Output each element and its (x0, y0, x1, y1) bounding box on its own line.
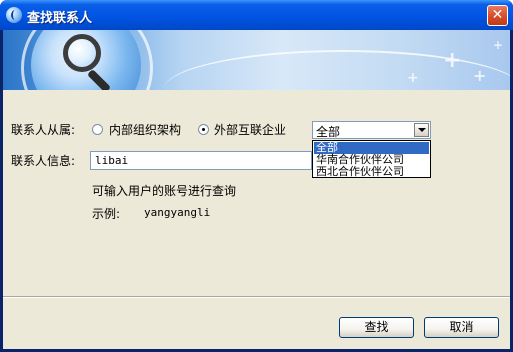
example-value: yangyangli (144, 206, 211, 219)
header-banner: + + + + (3, 30, 510, 90)
plus-decoration: + (493, 38, 504, 52)
title-bar[interactable]: 查找联系人 ✕ (0, 0, 513, 30)
radio-internal-label[interactable]: 内部组织架构 (109, 121, 181, 138)
dialog-body: + + + + 联系人从属: 内部组织架构 外部互联企业 全部 全部 华南合作伙… (3, 30, 510, 349)
hint-text: 可输入用户的账号进行查询 (92, 184, 237, 198)
window-title: 查找联系人 (27, 11, 93, 26)
search-button[interactable]: 查找 (339, 317, 414, 338)
example-label: 示例: (92, 207, 121, 221)
affiliation-label: 联系人从属: (11, 123, 76, 137)
company-dropdown-list: 全部 华南合作伙伴公司 西北合作伙伴公司 (312, 140, 431, 178)
info-label: 联系人信息: (11, 154, 76, 168)
plus-decoration: + (407, 70, 419, 86)
dropdown-option[interactable]: 西北合作伙伴公司 (314, 166, 429, 178)
radio-internal[interactable] (92, 124, 103, 135)
close-button[interactable]: ✕ (487, 5, 508, 26)
company-select-value: 全部 (316, 125, 341, 139)
company-select[interactable]: 全部 (312, 121, 431, 139)
dropdown-arrow-icon[interactable] (414, 123, 429, 137)
plus-decoration: + (473, 66, 487, 85)
app-icon (6, 7, 22, 23)
contact-info-input[interactable]: libai (90, 151, 312, 170)
magnifier-icon (63, 34, 101, 72)
radio-external[interactable] (198, 124, 209, 135)
plus-decoration: + (443, 48, 462, 73)
radio-external-label[interactable]: 外部互联企业 (214, 121, 286, 138)
separator (3, 296, 510, 298)
cancel-button[interactable]: 取消 (424, 317, 499, 338)
close-icon: ✕ (491, 7, 504, 23)
dialog-window: 查找联系人 ✕ + + + + 联系人从属: 内部组织架构 外部互联企业 全部 … (0, 0, 513, 352)
